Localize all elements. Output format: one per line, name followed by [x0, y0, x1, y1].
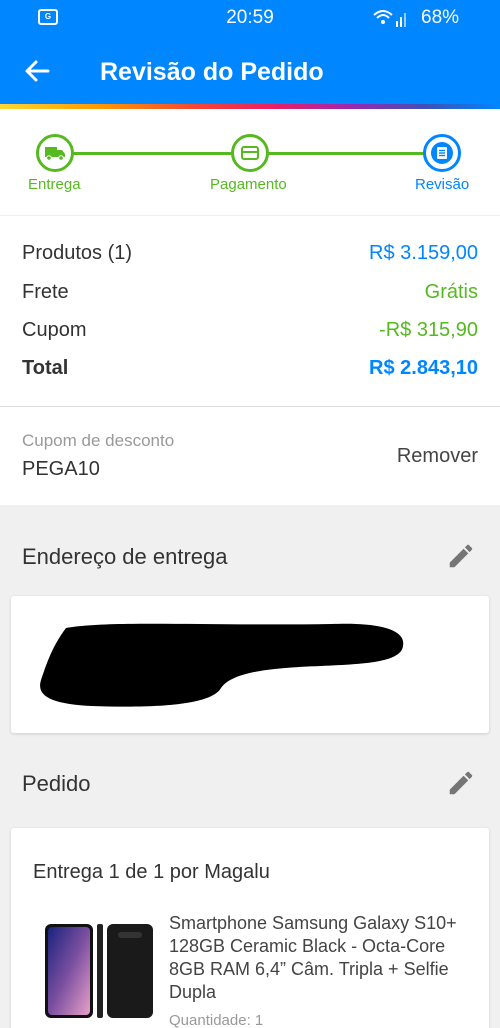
- truck-icon: [45, 147, 65, 161]
- summary-row-products: Produtos (1) R$ 3.159,00: [22, 242, 478, 272]
- product-name[interactable]: Smartphone Samsung Galaxy S10+ 128GB Cer…: [169, 912, 469, 1004]
- step-label: Pagamento: [210, 176, 287, 193]
- summary-label: Frete: [22, 281, 69, 303]
- step-revisao[interactable]: [423, 134, 461, 172]
- coupon-code: PEGA10: [22, 458, 100, 480]
- step-pagamento[interactable]: [231, 134, 269, 172]
- summary-row-shipping: Frete Grátis: [22, 281, 478, 311]
- total-label: Total: [22, 357, 69, 379]
- address-card[interactable]: [11, 596, 489, 733]
- order-section-title: Pedido: [22, 771, 91, 796]
- credit-card-icon: [241, 146, 259, 160]
- product-quantity: Quantidade: 1: [169, 1012, 264, 1028]
- status-bar: G 20:59 68%: [0, 0, 500, 36]
- pencil-icon[interactable]: [446, 768, 476, 798]
- step-connector: [266, 152, 426, 155]
- pencil-icon[interactable]: [446, 541, 476, 571]
- app-bar: Revisão do Pedido: [0, 36, 500, 104]
- summary-row-total: Total R$ 2.843,10: [22, 357, 478, 387]
- redacted-address: [40, 623, 404, 707]
- summary-label: Produtos (1): [22, 242, 133, 264]
- wifi-signal-icon: [373, 10, 406, 27]
- coupon-label: Cupom de desconto: [22, 431, 175, 450]
- battery-level: 68%: [421, 7, 460, 28]
- delivery-title: Entrega 1 de 1 por Magalu: [33, 861, 270, 883]
- step-connector: [72, 152, 234, 155]
- order-card: Entrega 1 de 1 por Magalu Smartphone Sam…: [11, 828, 489, 1028]
- remove-coupon-button[interactable]: Remover: [397, 445, 478, 468]
- step-label: Revisão: [415, 176, 470, 193]
- checkout-stepper: Entrega Pagamento Revisão: [0, 109, 500, 215]
- document-icon: [431, 142, 453, 164]
- order-summary: Produtos (1) R$ 3.159,00 Frete Grátis Cu…: [0, 216, 500, 406]
- summary-value: Grátis: [424, 281, 478, 303]
- coupon-section: Cupom de desconto PEGA10 Remover: [0, 407, 500, 505]
- summary-label: Cupom: [22, 319, 87, 341]
- summary-value: -R$ 315,90: [379, 319, 478, 341]
- page-title: Revisão do Pedido: [100, 58, 324, 86]
- total-value: R$ 2.843,10: [369, 357, 478, 379]
- product-image: [45, 924, 153, 1018]
- step-label: Entrega: [28, 176, 81, 193]
- address-section-title: Endereço de entrega: [22, 544, 228, 569]
- arrow-left-icon[interactable]: [22, 56, 52, 86]
- step-entrega[interactable]: [36, 134, 74, 172]
- summary-value: R$ 3.159,00: [369, 242, 478, 264]
- summary-row-coupon: Cupom -R$ 315,90: [22, 319, 478, 349]
